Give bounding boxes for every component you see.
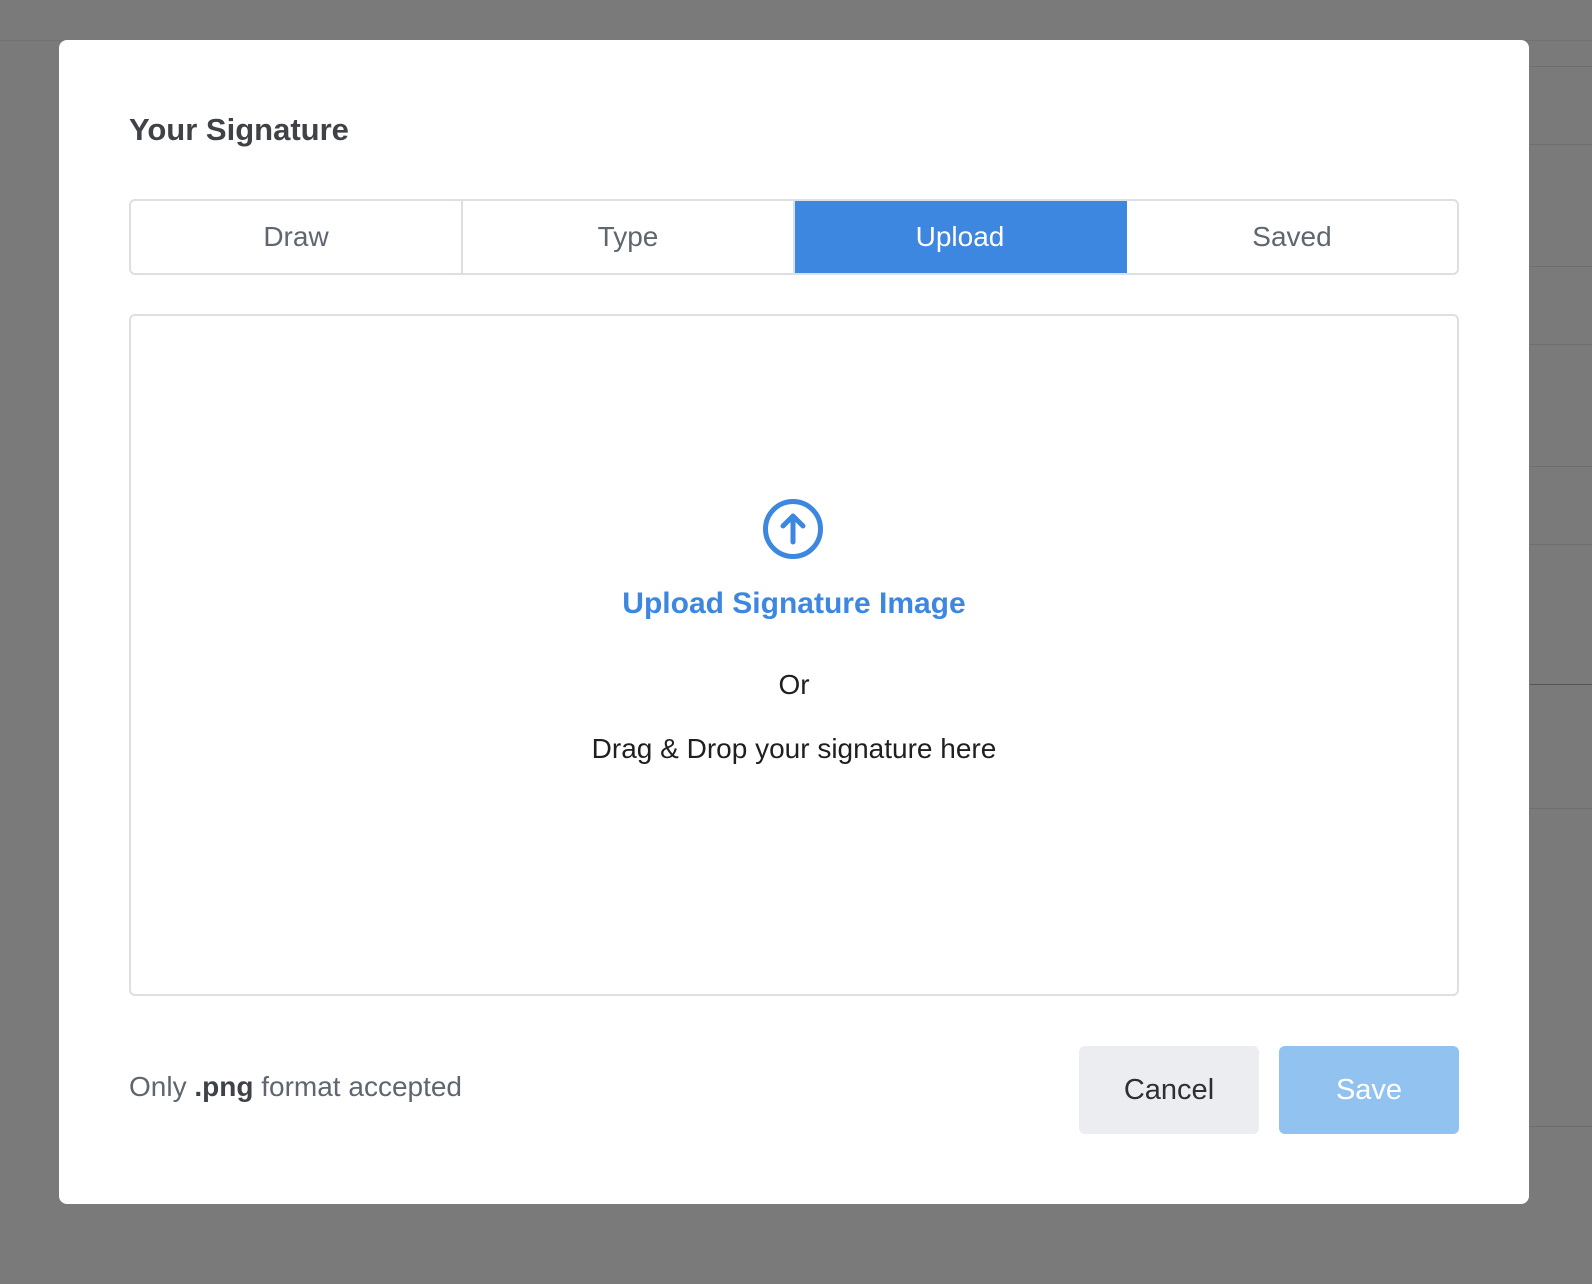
background-divider bbox=[1530, 344, 1592, 345]
cancel-button[interactable]: Cancel bbox=[1079, 1046, 1259, 1134]
signature-drop-zone[interactable]: Upload Signature Image Or Drag & Drop yo… bbox=[129, 314, 1459, 996]
format-note-prefix: Only bbox=[129, 1071, 187, 1102]
format-note-suffix: format accepted bbox=[261, 1071, 463, 1102]
tab-draw[interactable]: Draw bbox=[131, 201, 463, 273]
background-divider bbox=[1530, 466, 1592, 467]
background-divider bbox=[1530, 1126, 1592, 1127]
or-separator-text: Or bbox=[778, 669, 810, 700]
tab-upload[interactable]: Upload bbox=[795, 201, 1127, 273]
background-divider bbox=[1530, 66, 1592, 67]
background-divider bbox=[1530, 544, 1592, 545]
background-divider bbox=[1530, 266, 1592, 267]
upload-arrow-circle-icon[interactable] bbox=[762, 498, 824, 560]
background-divider bbox=[1530, 808, 1592, 809]
save-button[interactable]: Save bbox=[1279, 1046, 1459, 1134]
format-note: Only .png format accepted bbox=[129, 1068, 462, 1106]
background-divider bbox=[1530, 684, 1592, 685]
signature-mode-tabs: Draw Type Upload Saved bbox=[129, 199, 1459, 275]
drag-drop-instructions: Drag & Drop your signature here bbox=[591, 733, 997, 764]
upload-signature-link[interactable]: Upload Signature Image bbox=[131, 584, 1457, 624]
background-divider bbox=[1530, 144, 1592, 145]
dialog-title: Your Signature bbox=[129, 112, 349, 147]
signature-dialog: Your Signature Draw Type Upload Saved Up… bbox=[59, 40, 1529, 1204]
tab-saved[interactable]: Saved bbox=[1127, 201, 1457, 273]
tab-type[interactable]: Type bbox=[463, 201, 795, 273]
format-note-extension: .png bbox=[194, 1071, 254, 1102]
